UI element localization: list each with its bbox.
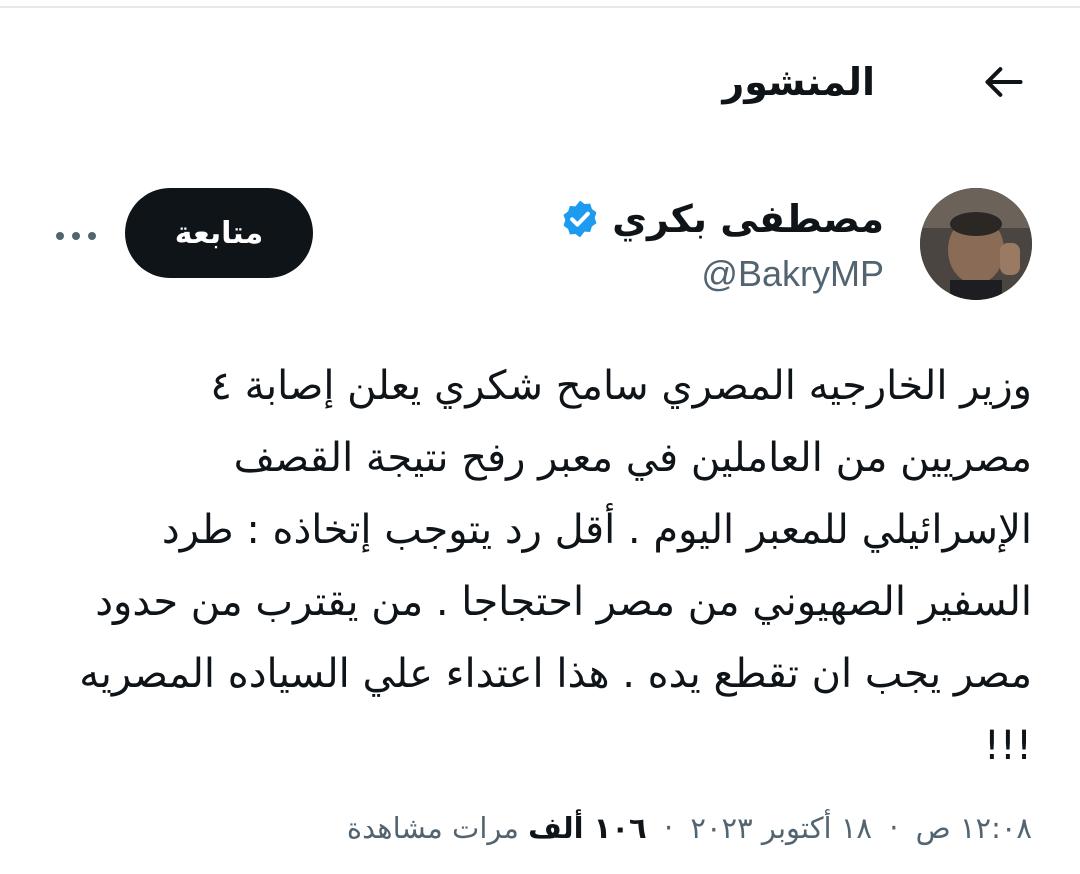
- tweet-line: !!!: [983, 723, 1032, 769]
- top-divider: [0, 6, 1080, 8]
- views-label: مرات مشاهدة: [346, 811, 519, 845]
- avatar[interactable]: [920, 188, 1032, 300]
- views-count[interactable]: ١٠٦ ألف: [528, 811, 647, 845]
- back-button[interactable]: [976, 54, 1032, 110]
- author-name-row: مصطفى بكري: [558, 188, 884, 250]
- follow-button[interactable]: متابعة: [125, 188, 313, 278]
- more-options-icon: [56, 232, 96, 240]
- tweet-line: الإسرائيلي للمعبر اليوم . أقل رد يتوجب إ…: [161, 507, 1032, 553]
- meta-separator: ·: [889, 811, 899, 845]
- meta-separator: ·: [663, 811, 674, 845]
- more-options-button[interactable]: [48, 216, 104, 256]
- tweet-line: مصريين من العاملين في معبر رفح نتيجة الق…: [233, 435, 1032, 481]
- avatar-image: [920, 188, 1032, 300]
- tweet-date[interactable]: ١٨ أكتوبر ٢٠٢٣: [690, 811, 872, 845]
- author-handle[interactable]: @BakryMP: [701, 250, 884, 298]
- tweet-meta: ١٢:٠٨ ص · ١٨ أكتوبر ٢٠٢٣ · ١٠٦ ألف مرات …: [347, 806, 1032, 850]
- tweet-time[interactable]: ١٢:٠٨ ص: [916, 811, 1032, 845]
- tweet-line: وزير الخارجيه المصري سامح شكري يعلن إصاب…: [210, 363, 1032, 409]
- tweet-line: السفير الصهيوني من مصر احتجاجا . من يقتر…: [95, 579, 1032, 625]
- arrow-back-icon: [985, 67, 1023, 97]
- page-title: المنشور: [722, 60, 875, 104]
- post-header: المنشور: [0, 52, 1080, 112]
- tweet-line: مصر يجب ان تقطع يده . هذا اعتداء علي الس…: [79, 651, 1032, 697]
- verified-badge-icon[interactable]: [558, 197, 602, 241]
- tweet-text: وزير الخارجيه المصري سامح شكري يعلن إصاب…: [40, 350, 1032, 782]
- display-name[interactable]: مصطفى بكري: [612, 195, 884, 243]
